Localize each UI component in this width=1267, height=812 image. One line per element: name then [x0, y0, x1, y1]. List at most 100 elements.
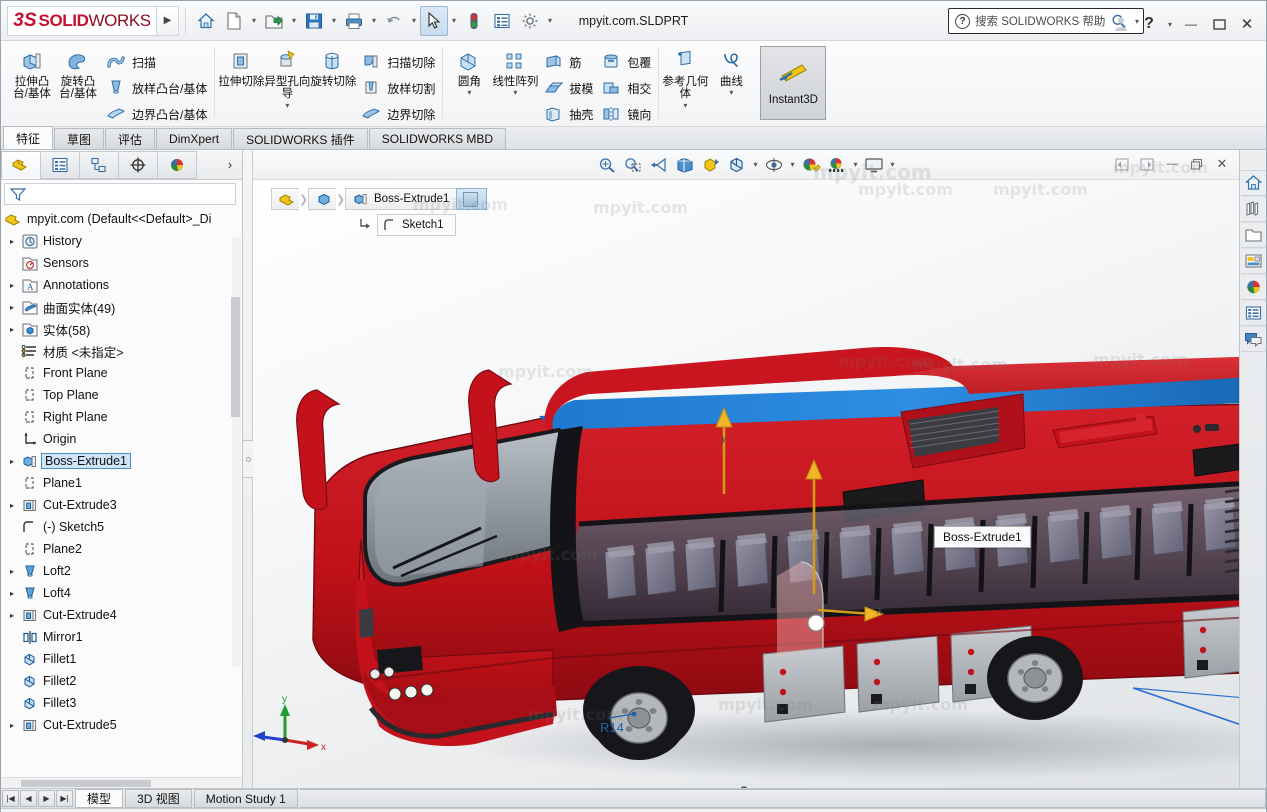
previous-view-icon[interactable]: [646, 152, 672, 178]
solidworks-resources-icon[interactable]: [1240, 170, 1266, 196]
tree-item-sketch5[interactable]: (-) Sketch5: [1, 516, 242, 538]
design-library-icon[interactable]: [1240, 196, 1266, 222]
boundary-boss-button[interactable]: 边界凸台/基体: [101, 101, 210, 127]
tab-features[interactable]: 特征: [3, 126, 54, 149]
open-document-caret[interactable]: ▾: [288, 6, 300, 36]
next-tab-button[interactable]: ▶: [38, 790, 55, 807]
extruded-boss-base-button[interactable]: 拉伸凸台/基体: [9, 44, 55, 101]
property-manager-tab[interactable]: [40, 150, 80, 179]
chevron-right-icon[interactable]: ›: [218, 157, 242, 172]
tree-item-boss-extrude1[interactable]: ▸ Boss-Extrude1: [1, 450, 242, 472]
first-tab-button[interactable]: |◀: [2, 790, 19, 807]
tree-item-cut-extrude4[interactable]: ▸ Cut-Extrude4: [1, 604, 242, 626]
expand-arrow-icon[interactable]: ▸: [5, 567, 19, 576]
expand-arrow-icon[interactable]: ▸: [5, 325, 19, 334]
breadcrumb-part[interactable]: [271, 188, 299, 210]
curves-caret[interactable]: ▾: [729, 89, 733, 98]
restore-view-icon[interactable]: [1186, 153, 1208, 175]
swept-cut-button[interactable]: 扫描切除: [356, 49, 438, 75]
apply-scene-caret[interactable]: ▾: [850, 152, 861, 178]
tree-item-plane1[interactable]: Plane1: [1, 472, 242, 494]
mirror-button[interactable]: 镜向: [596, 101, 654, 127]
options-caret[interactable]: ▾: [544, 6, 556, 36]
rib-button[interactable]: 筋: [538, 49, 596, 75]
draft-button[interactable]: 拔模: [538, 75, 596, 101]
configuration-manager-tab[interactable]: [79, 150, 119, 179]
linear-pattern-button[interactable]: 线性阵列 ▾: [492, 44, 538, 98]
new-document-icon[interactable]: [220, 6, 248, 36]
swept-boss-button[interactable]: 扫描: [101, 49, 210, 75]
instant3d-button[interactable]: Instant3D: [760, 46, 827, 120]
save-icon[interactable]: [300, 6, 328, 36]
revolved-cut-button[interactable]: 旋转切除: [310, 44, 356, 88]
revolved-boss-base-button[interactable]: 旋转凸台/基体: [55, 44, 101, 101]
print-caret[interactable]: ▾: [368, 6, 380, 36]
sketch-chip-box[interactable]: Sketch1: [377, 214, 456, 236]
bottom-tab-model[interactable]: 模型: [75, 789, 124, 808]
dimxpert-manager-tab[interactable]: [118, 150, 158, 179]
expand-arrow-icon[interactable]: ▸: [5, 281, 19, 290]
zoom-to-fit-icon[interactable]: [594, 152, 620, 178]
expand-arrow-icon[interactable]: ▸: [5, 589, 19, 598]
tab-solidworks-mbd[interactable]: SOLIDWORKS MBD: [368, 128, 507, 149]
undo-icon[interactable]: [380, 6, 408, 36]
open-document-icon[interactable]: [260, 6, 288, 36]
tree-scroll-thumb[interactable]: [231, 297, 240, 417]
display-style-caret[interactable]: ▾: [750, 152, 761, 178]
model-viewport[interactable]: R14 2 y x y x z: [253, 180, 1239, 788]
restore-left-icon[interactable]: [1111, 153, 1133, 175]
hide-show-items-icon[interactable]: [761, 152, 787, 178]
tree-item-cut-extrude3[interactable]: ▸ Cut-Extrude3: [1, 494, 242, 516]
expand-arrow-icon[interactable]: ▸: [5, 237, 19, 246]
tree-item-material[interactable]: 材质 <未指定>: [1, 340, 242, 362]
expand-arrow-icon[interactable]: ▸: [5, 721, 19, 730]
new-document-caret[interactable]: ▾: [248, 6, 260, 36]
expand-menu-button[interactable]: ▶: [157, 5, 179, 36]
lofted-boss-button[interactable]: 放样凸台/基体: [101, 75, 210, 101]
linear-pattern-caret[interactable]: ▾: [513, 89, 517, 98]
expand-arrow-icon[interactable]: ▸: [5, 611, 19, 620]
tree-item-fillet2[interactable]: Fillet2: [1, 670, 242, 692]
restore-right-icon[interactable]: [1136, 153, 1158, 175]
minimize-button[interactable]: —: [1178, 12, 1204, 36]
tree-horizontal-scrollbar[interactable]: [1, 777, 242, 788]
print-icon[interactable]: [340, 6, 368, 36]
user-account-icon[interactable]: [1108, 12, 1134, 36]
tree-item-solid-bodies[interactable]: ▸ 实体(58): [1, 318, 242, 340]
hide-show-items-caret[interactable]: ▾: [787, 152, 798, 178]
tree-filter-input[interactable]: [4, 183, 236, 205]
save-caret[interactable]: ▾: [328, 6, 340, 36]
tree-item-history[interactable]: ▸ History: [1, 230, 242, 252]
fillet-caret[interactable]: ▾: [467, 89, 471, 98]
maximize-button[interactable]: [1206, 12, 1232, 36]
breadcrumb-body[interactable]: [308, 188, 336, 210]
bottom-tab-3dviews[interactable]: 3D 视图: [125, 789, 192, 808]
expand-arrow-icon[interactable]: ▸: [5, 501, 19, 510]
minimize-view-icon[interactable]: —: [1161, 153, 1183, 175]
tree-item-sensors[interactable]: Sensors: [1, 252, 242, 274]
apply-scene-icon[interactable]: [824, 152, 850, 178]
display-manager-tab[interactable]: [157, 150, 197, 179]
tab-dimxpert[interactable]: DimXpert: [156, 128, 233, 149]
view-palette-icon[interactable]: [1240, 248, 1266, 274]
wrap-button[interactable]: 包覆: [596, 49, 654, 75]
view-settings-icon[interactable]: [861, 152, 887, 178]
file-explorer-icon[interactable]: [1240, 222, 1266, 248]
sketch-chip[interactable]: Sketch1: [358, 214, 456, 236]
reference-geometry-caret[interactable]: ▾: [683, 101, 687, 111]
feature-tree[interactable]: mpyit.com (Default<<Default>_Di ▸ Histor…: [1, 205, 242, 777]
undo-caret[interactable]: ▾: [408, 6, 420, 36]
bottom-tab-motion-study[interactable]: Motion Study 1: [193, 789, 298, 808]
help-caret[interactable]: ▾: [1164, 9, 1176, 39]
tree-root-item[interactable]: mpyit.com (Default<<Default>_Di: [1, 208, 242, 230]
prev-tab-button[interactable]: ◀: [20, 790, 37, 807]
appearances-scenes-icon[interactable]: [1240, 274, 1266, 300]
hole-wizard-caret[interactable]: ▾: [285, 101, 289, 111]
breadcrumb[interactable]: ❯ ❯ Boss-Extrude1: [271, 188, 488, 210]
tab-sketch[interactable]: 草图: [54, 128, 105, 149]
fillet-button[interactable]: 圆角 ▾: [446, 44, 492, 98]
graphics-area[interactable]: ▾ ▾ ▾ ▾ — ✕ R14 y x y x ❯ ❯ Boss-Extrude…: [253, 150, 1239, 788]
tab-evaluate[interactable]: 评估: [105, 128, 156, 149]
breadcrumb-face[interactable]: [456, 188, 488, 210]
expand-arrow-icon[interactable]: ▸: [5, 303, 19, 312]
